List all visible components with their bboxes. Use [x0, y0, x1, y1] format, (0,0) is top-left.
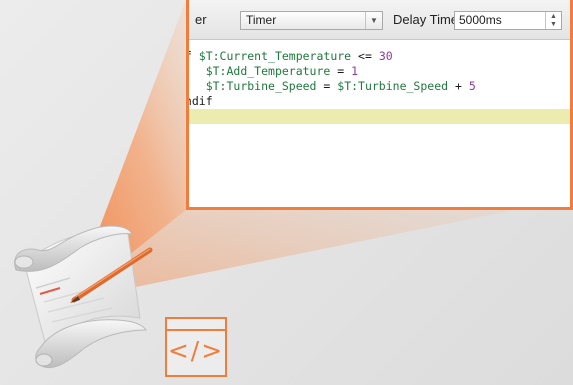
code-line-text: endif: [189, 94, 213, 108]
code-token-kw: if: [189, 49, 199, 63]
spinner-arrows-icon[interactable]: ▲ ▼: [545, 12, 561, 29]
script-editor-window: er Timer ▼ Delay Time 5000ms ▲▼ if $T:Cu…: [186, 0, 573, 210]
editor-toolbar: er Timer ▼ Delay Time 5000ms ▲ ▼: [189, 0, 570, 40]
delay-time-value: 5000ms: [459, 13, 502, 27]
code-icon-titlebar: [167, 329, 225, 331]
code-line[interactable]: if $T:Current_Temperature <= 30: [189, 49, 570, 64]
trigger-label: er: [195, 12, 207, 27]
code-token-num: 30: [378, 49, 393, 63]
code-token-op: =: [330, 64, 352, 78]
code-token-var: $T:Turbine_Speed: [205, 79, 317, 93]
code-line[interactable]: endif: [189, 94, 570, 109]
code-line-text: $T:Add_Temperature = 1: [189, 64, 359, 78]
delay-time-input[interactable]: 5000ms ▲ ▼: [454, 11, 562, 30]
code-line-text: $T:Turbine_Speed = $T:Turbine_Speed + 5: [189, 79, 476, 93]
code-window-icon: </>: [165, 317, 227, 377]
code-token-num: 5: [468, 79, 476, 93]
trigger-select-value: Timer: [246, 13, 277, 27]
dropdown-arrow-icon[interactable]: ▼: [365, 12, 382, 29]
current-line[interactable]: [189, 109, 570, 124]
code-line[interactable]: $T:Turbine_Speed = $T:Turbine_Speed + 5: [189, 79, 570, 94]
code-token-op: +: [448, 79, 469, 93]
code-line[interactable]: $T:Add_Temperature = 1: [189, 64, 570, 79]
code-icon-glyph: </>: [167, 336, 225, 365]
code-token-kw: endif: [189, 94, 213, 108]
delay-time-label: Delay Time: [393, 12, 459, 27]
code-token-var: $T:Current_Temperature: [198, 49, 352, 63]
code-editor[interactable]: if $T:Current_Temperature <= 30 $T:Add_T…: [189, 40, 570, 207]
code-token-op: <=: [351, 49, 379, 63]
code-token-var: $T:Turbine_Speed: [337, 79, 449, 93]
code-line-text: if $T:Current_Temperature <= 30: [189, 49, 393, 63]
code-token-var: $T:Add_Temperature: [205, 64, 331, 78]
code-token-op: =: [316, 79, 338, 93]
code-token-num: 1: [351, 64, 359, 78]
trigger-select[interactable]: Timer ▼: [240, 11, 383, 30]
